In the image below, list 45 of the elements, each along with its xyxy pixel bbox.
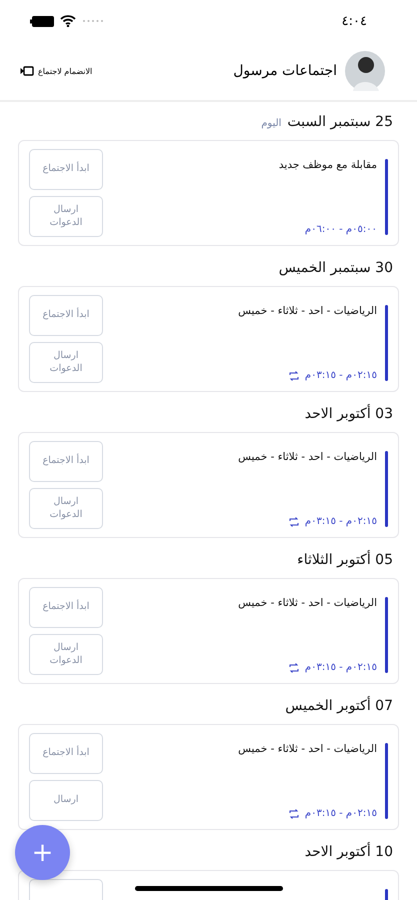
avatar[interactable]	[345, 51, 385, 91]
repeat-icon	[288, 662, 299, 672]
repeat-icon	[288, 808, 299, 818]
meeting-time: ٠٢:١٥م - ٠٣:١٥م	[304, 516, 377, 527]
meeting-time: ٠٢:١٥م - ٠٣:١٥م	[304, 662, 377, 673]
today-label: اليوم	[261, 118, 282, 129]
join-meeting-button[interactable]: الانضمام لاجتماع	[18, 64, 94, 78]
start-meeting-button[interactable]: ابدأ الاجتماع	[29, 295, 103, 336]
send-invites-button[interactable]: ارسال الدعوات	[29, 196, 103, 237]
meeting-card[interactable]: الرياضيات - احد - ثلاثاء - خميس ٠٢:١٥م - ٠٣:١٥م ابدأ الاجتماع ارسال	[18, 724, 399, 830]
meeting-time: ٠٥:٠٠م - ٠٦:٠٠م	[304, 224, 377, 235]
meeting-title: مقابلة مع موظف جديد	[278, 159, 377, 171]
date-heading: 30 سبتمبر الخميس	[278, 260, 393, 276]
meeting-title: الرياضيات - احد - ثلاثاء - خميس	[238, 597, 377, 609]
date-heading: 10 أكتوبر الاحد	[304, 844, 393, 860]
send-invites-button[interactable]: ارسال الدعوات	[29, 342, 103, 383]
send-invites-button[interactable]: ارسال الدعوات	[29, 634, 103, 675]
date-heading: 05 أكتوبر الثلاثاء	[297, 552, 393, 568]
send-invites-button[interactable]: ارسال الدعوات	[29, 488, 103, 529]
status-time: ٤:٠٤	[342, 14, 367, 28]
battery-icon	[30, 16, 54, 26]
meeting-time: ٠٢:١٥م - ٠٣:١٥م	[304, 808, 377, 819]
meeting-card[interactable]: الرياضيات - احد - ثلاثاء - خميس ٠٢:١٥م - ٠٣:١٥م ابدأ الاجتماع ارسال الدعوات	[18, 286, 399, 392]
send-invites-button[interactable]: ارسال	[29, 780, 103, 821]
meeting-time: ٠٢:١٥م - ٠٣:١٥م	[304, 370, 377, 381]
start-meeting-button[interactable]: ابدأ الاجتماع	[29, 149, 103, 190]
date-heading: 07 أكتوبر الخميس	[285, 698, 393, 714]
meeting-card[interactable]: مقابلة مع موظف جديد ٠٥:٠٠م - ٠٦:٠٠م ابدأ الاجتماع ارسال الدعوات	[18, 140, 399, 246]
repeat-icon	[288, 370, 299, 380]
signal-icon	[82, 19, 104, 23]
app-title: اجتماعات مرسول	[233, 63, 337, 79]
start-meeting-button[interactable]: ابدأ الاجتماع	[29, 733, 103, 774]
date-heading: 03 أكتوبر الاحد	[304, 406, 393, 422]
meeting-card[interactable]: الرياضيات - احد - ثلاثاء - خميس ٠٢:١٥م - ٠٣:١٥م ابدأ الاجتماع ارسال الدعوات	[18, 432, 399, 538]
meeting-title: الرياضيات - احد - ثلاثاء - خميس	[238, 743, 377, 755]
video-camera-icon	[20, 66, 34, 76]
meeting-card[interactable]: الرياضيات - احد - ثلاثاء - خميس ٠٢:١٥م - ٠٣:١٥م ابدأ الاجتماع ارسال الدعوات	[18, 578, 399, 684]
start-meeting-button[interactable]: ابدأ الاجتماع	[29, 441, 103, 482]
meeting-title: الرياضيات - احد - ثلاثاء - خميس	[238, 305, 377, 317]
meeting-title: الرياضيات - احد - ثلاثاء - خميس	[238, 451, 377, 463]
wifi-icon	[60, 15, 76, 27]
repeat-icon	[288, 516, 299, 526]
start-meeting-button[interactable]: ابدأ الاجتماع	[29, 587, 103, 628]
add-button[interactable]: +	[15, 825, 70, 880]
date-heading: 25 سبتمبر السبت	[287, 114, 393, 130]
